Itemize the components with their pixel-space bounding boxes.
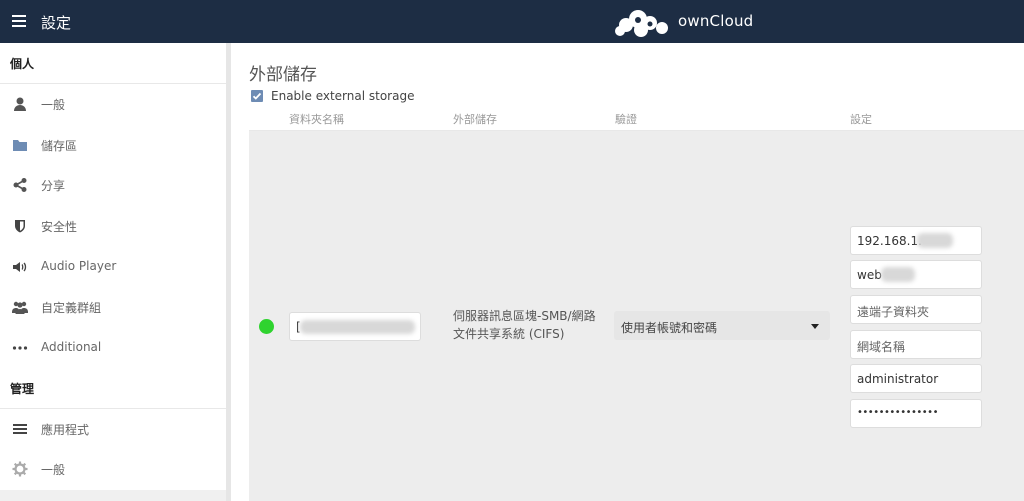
sidebar-item-additional[interactable]: Additional (0, 328, 226, 368)
folder-icon (13, 140, 27, 151)
sidebar-item-admin-general[interactable]: 一般 (0, 449, 226, 489)
sidebar-item-general[interactable]: 一般 (0, 84, 226, 124)
domain-placeholder: 網域名稱 (857, 340, 906, 354)
column-header-configuration[interactable]: 設定 (850, 111, 872, 127)
top-header: 設定 ownCloud (0, 0, 1024, 43)
sidebar-item-label: 安全性 (41, 220, 78, 234)
user-icon (14, 97, 26, 111)
password-field[interactable]: ••••••••••••••• (850, 399, 982, 428)
host-value: 192.168.1. (857, 234, 922, 248)
sidebar-item-label: 應用程式 (41, 423, 90, 437)
caret-down-icon (811, 324, 819, 329)
section-title-admin: 管理 (10, 382, 35, 396)
share-icon (13, 178, 27, 192)
sidebar-item-label: 一般 (41, 463, 66, 477)
sidebar-item-label: 一般 (41, 98, 66, 112)
group-icon (12, 301, 28, 314)
sidebar-item-label: 分享 (41, 179, 66, 193)
owncloud-logo-icon[interactable] (614, 6, 676, 38)
column-header-folder-name[interactable]: 資料夾名稱 (289, 111, 344, 127)
sidebar-item-apps[interactable]: 應用程式 (0, 409, 226, 449)
authentication-selected-value: 使用者帳號和密碼 (621, 321, 718, 335)
username-value: administrator (857, 372, 939, 386)
storage-backend-label: 伺服器訊息區塊-SMB/網路文件共享系統 (CIFS) (453, 309, 596, 341)
page-title: 外部儲存 (249, 65, 317, 85)
enable-checkbox[interactable] (251, 90, 263, 102)
speaker-icon (13, 262, 27, 272)
list-icon (13, 424, 27, 434)
gear-icon (12, 461, 28, 477)
sidebar-item-custom-groups[interactable]: 自定義群組 (0, 287, 226, 327)
section-title-personal: 個人 (10, 57, 35, 71)
redacted-text (300, 320, 415, 334)
folder-name-input[interactable]: [ (289, 312, 421, 341)
brand-name[interactable]: ownCloud (678, 12, 753, 30)
share-field[interactable]: web (850, 260, 982, 289)
share-value: web (857, 268, 882, 282)
sidebar-item-next[interactable] (0, 490, 226, 501)
main-content: 外部儲存 Enable external storage 資料夾名稱 外部儲存 … (231, 43, 1024, 501)
redacted-text (881, 267, 915, 282)
sidebar-item-audio-player[interactable]: Audio Player (0, 247, 226, 287)
sidebar-item-label: Additional (41, 340, 102, 354)
sidebar-item-storage[interactable]: 儲存區 (0, 125, 226, 165)
domain-field[interactable]: 網域名稱 (850, 330, 982, 359)
column-header-external-storage[interactable]: 外部儲存 (453, 111, 497, 127)
sidebar-item-label: 儲存區 (41, 139, 78, 153)
redacted-text (917, 233, 953, 248)
authentication-select[interactable]: 使用者帳號和密碼 (614, 311, 830, 340)
password-value: ••••••••••••••• (857, 407, 938, 418)
sidebar-item-label: 自定義群組 (41, 301, 102, 315)
column-header-authentication[interactable]: 驗證 (615, 111, 637, 127)
settings-sidebar: 個人 一般 儲存區 分享 安全性 Audio Player 自定義群組 Addi… (0, 43, 226, 501)
sidebar-item-security[interactable]: 安全性 (0, 206, 226, 246)
more-icon (12, 346, 28, 350)
sidebar-item-label: Audio Player (41, 259, 117, 273)
remote-subfolder-placeholder: 遠端子資料夾 (857, 305, 930, 319)
username-field[interactable]: administrator (850, 364, 982, 393)
menu-icon[interactable] (12, 12, 28, 30)
shield-icon (15, 220, 25, 233)
enable-label: Enable external storage (271, 89, 415, 103)
sidebar-item-sharing[interactable]: 分享 (0, 165, 226, 205)
header-title[interactable]: 設定 (41, 12, 71, 33)
remote-subfolder-field[interactable]: 遠端子資料夾 (850, 295, 982, 324)
host-field[interactable]: 192.168.1. (850, 226, 982, 255)
status-indicator[interactable] (259, 319, 274, 334)
